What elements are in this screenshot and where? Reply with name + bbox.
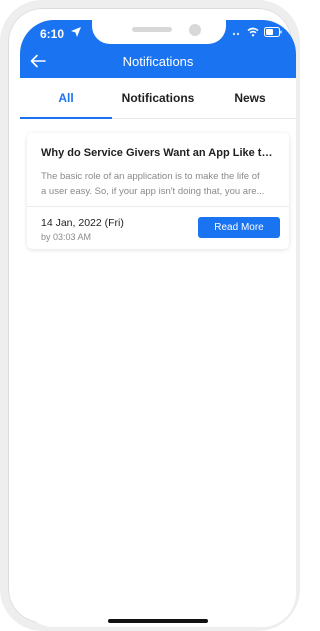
card-time: by 03:03 AM bbox=[41, 232, 92, 242]
app-screen: 6:10 Notifications All Notifications New… bbox=[20, 20, 296, 627]
tab-notifications[interactable]: Notifications bbox=[112, 78, 204, 118]
status-icons bbox=[232, 27, 282, 37]
card-description-line: a user easy. So, if your app isn't doing… bbox=[41, 186, 265, 197]
camera-dot bbox=[189, 24, 201, 36]
location-arrow-icon bbox=[71, 27, 81, 37]
tab-bar: All Notifications News bbox=[20, 78, 296, 119]
phone-frame: 6:10 Notifications All Notifications New… bbox=[0, 0, 300, 631]
card-title: Why do Service Givers Want an App Like t… bbox=[41, 147, 277, 159]
wifi-icon bbox=[247, 27, 259, 37]
tab-news-label: News bbox=[234, 91, 266, 105]
tab-all[interactable]: All bbox=[20, 78, 112, 119]
tab-news[interactable]: News bbox=[204, 78, 296, 118]
app-header: 6:10 Notifications bbox=[20, 20, 296, 78]
notification-card[interactable]: Why do Service Givers Want an App Like t… bbox=[27, 133, 289, 249]
card-divider bbox=[27, 206, 289, 207]
card-date: 14 Jan, 2022 (Fri) bbox=[41, 217, 124, 229]
tab-notifications-label: Notifications bbox=[121, 91, 195, 105]
status-time: 6:10 bbox=[40, 27, 65, 41]
signal-icon bbox=[232, 32, 240, 36]
speaker-grille bbox=[132, 27, 172, 32]
card-description: The basic role of an application is to m… bbox=[41, 169, 277, 199]
page-title: Notifications bbox=[122, 54, 194, 69]
active-tab-indicator bbox=[20, 117, 112, 119]
tab-all-label: All bbox=[58, 91, 74, 105]
device-notch bbox=[92, 20, 226, 44]
card-description-line: The basic role of an application is to m… bbox=[41, 171, 260, 182]
home-indicator[interactable] bbox=[108, 619, 208, 623]
read-more-button[interactable]: Read More bbox=[198, 217, 280, 238]
battery-icon bbox=[264, 27, 282, 37]
